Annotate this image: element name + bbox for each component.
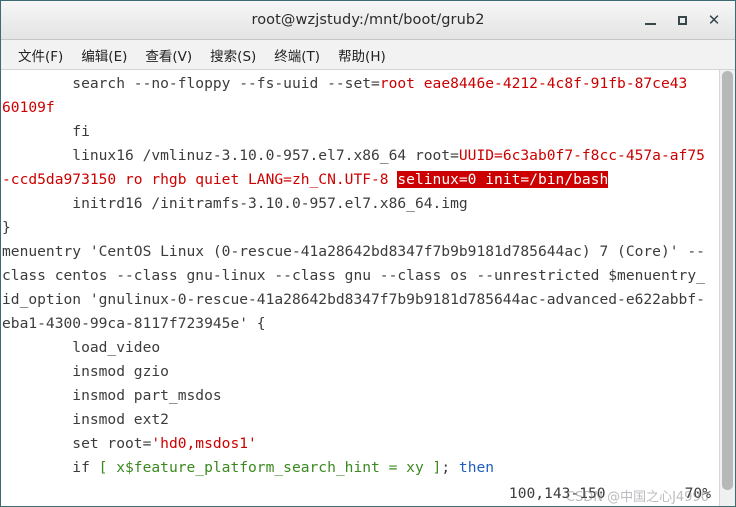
terminal-screen[interactable]: search --no-floppy --fs-uuid --set=root … [1, 70, 719, 506]
vim-position-indicator: 100,143-150 70% [509, 482, 711, 506]
scrollbar-thumb[interactable] [722, 71, 733, 490]
terminal-text: search --no-floppy --fs-uuid --set=root … [2, 72, 719, 506]
title-bar: root@wzjstudy:/mnt/boot/grub2 ✕ [1, 1, 735, 40]
terminal-text-span: UUID=6c3ab0f7-f8cc-457a-af75 [458, 147, 705, 164]
terminal-line: -ccd5da973150 ro rhgb quiet LANG=zh_CN.U… [2, 168, 719, 192]
terminal-line: insmod gzio [2, 360, 719, 384]
terminal-line: insmod part_msdos [2, 384, 719, 408]
terminal-text-span: 'hd0,msdos1' [151, 435, 257, 452]
terminal-scrollbar[interactable] [719, 70, 735, 506]
close-button[interactable]: ✕ [699, 5, 729, 35]
terminal-text-span: then [458, 459, 495, 476]
terminal-text-span: selinux=0 init=/bin/bash [397, 171, 609, 188]
terminal-text-span: root eae8446e-4212-4c8f-91fb-87ce43 [379, 75, 688, 92]
terminal-line: insmod ext2 [2, 408, 719, 432]
terminal-text-span: 60109f [2, 99, 55, 116]
close-icon: ✕ [707, 10, 721, 29]
terminal-text-span: insmod part_msdos [2, 387, 222, 404]
menu-bar: 文件(F) 编辑(E) 查看(V) 搜索(S) 终端(T) 帮助(H) [1, 40, 735, 70]
menu-item-search[interactable]: 搜索(S) [201, 42, 265, 68]
terminal-line: set root='hd0,msdos1' [2, 432, 719, 456]
terminal-text-span: eba1-4300-99ca-8117f723945e' { [2, 315, 266, 332]
terminal-line: menuentry 'CentOS Linux (0-rescue-41a286… [2, 240, 719, 264]
maximize-button[interactable] [667, 5, 697, 35]
terminal-line: id_option 'gnulinux-0-rescue-41a28642bd8… [2, 288, 719, 312]
terminal-line: search --no-floppy --fs-uuid --set=root … [2, 72, 719, 96]
terminal-text-span: } [2, 219, 11, 236]
menu-item-view[interactable]: 查看(V) [136, 42, 201, 68]
menu-item-help[interactable]: 帮助(H) [329, 42, 395, 68]
window-title: root@wzjstudy:/mnt/boot/grub2 [251, 12, 485, 28]
terminal-window: root@wzjstudy:/mnt/boot/grub2 ✕ 文件(F) 编辑… [0, 0, 736, 507]
terminal-text-span: -ccd5da973150 ro rhgb quiet LANG=zh_CN.U… [2, 171, 398, 188]
terminal-text-span: initrd16 /initramfs-3.10.0-957.el7.x86_6… [2, 195, 468, 212]
terminal-text-span: fi [2, 123, 90, 140]
terminal-text-span: set root= [2, 435, 152, 452]
terminal-area: search --no-floppy --fs-uuid --set=root … [1, 70, 735, 506]
menu-item-terminal[interactable]: 终端(T) [265, 42, 329, 68]
window-controls: ✕ [635, 1, 729, 39]
terminal-line: if [ x$feature_platform_search_hint = xy… [2, 456, 719, 480]
vim-status-line: -- 插入 -- 100,143-150 70% [2, 482, 719, 506]
vim-percent: 70% [684, 485, 711, 502]
terminal-text-span: if [2, 459, 99, 476]
terminal-line: class centos --class gnu-linux --class g… [2, 264, 719, 288]
terminal-line: eba1-4300-99ca-8117f723945e' { [2, 312, 719, 336]
minimize-icon [644, 23, 656, 25]
maximize-icon [677, 15, 687, 25]
terminal-text-span: ; [441, 459, 459, 476]
terminal-text-span: insmod gzio [2, 363, 169, 380]
terminal-text-span: menuentry 'CentOS Linux (0-rescue-41a286… [2, 243, 705, 260]
minimize-button[interactable] [635, 5, 665, 35]
terminal-line: initrd16 /initramfs-3.10.0-957.el7.x86_6… [2, 192, 719, 216]
terminal-text-span: id_option 'gnulinux-0-rescue-41a28642bd8… [2, 291, 705, 308]
terminal-text-span: search --no-floppy --fs-uuid --set= [2, 75, 380, 92]
terminal-line: load_video [2, 336, 719, 360]
terminal-text-span: linux16 /vmlinuz-3.10.0-957.el7.x86_64 r… [2, 147, 459, 164]
menu-item-file[interactable]: 文件(F) [9, 42, 72, 68]
terminal-line: fi [2, 120, 719, 144]
terminal-text-span: [ x$feature_platform_search_hint = xy ] [98, 459, 442, 476]
terminal-line: 60109f [2, 96, 719, 120]
terminal-line: } [2, 216, 719, 240]
terminal-text-span: load_video [2, 339, 161, 356]
vim-cursor-position: 100,143-150 [508, 485, 606, 502]
menu-item-edit[interactable]: 编辑(E) [72, 42, 136, 68]
terminal-text-span: insmod ext2 [2, 411, 169, 428]
terminal-text-span: class centos --class gnu-linux --class g… [2, 267, 705, 284]
terminal-line: linux16 /vmlinuz-3.10.0-957.el7.x86_64 r… [2, 144, 719, 168]
